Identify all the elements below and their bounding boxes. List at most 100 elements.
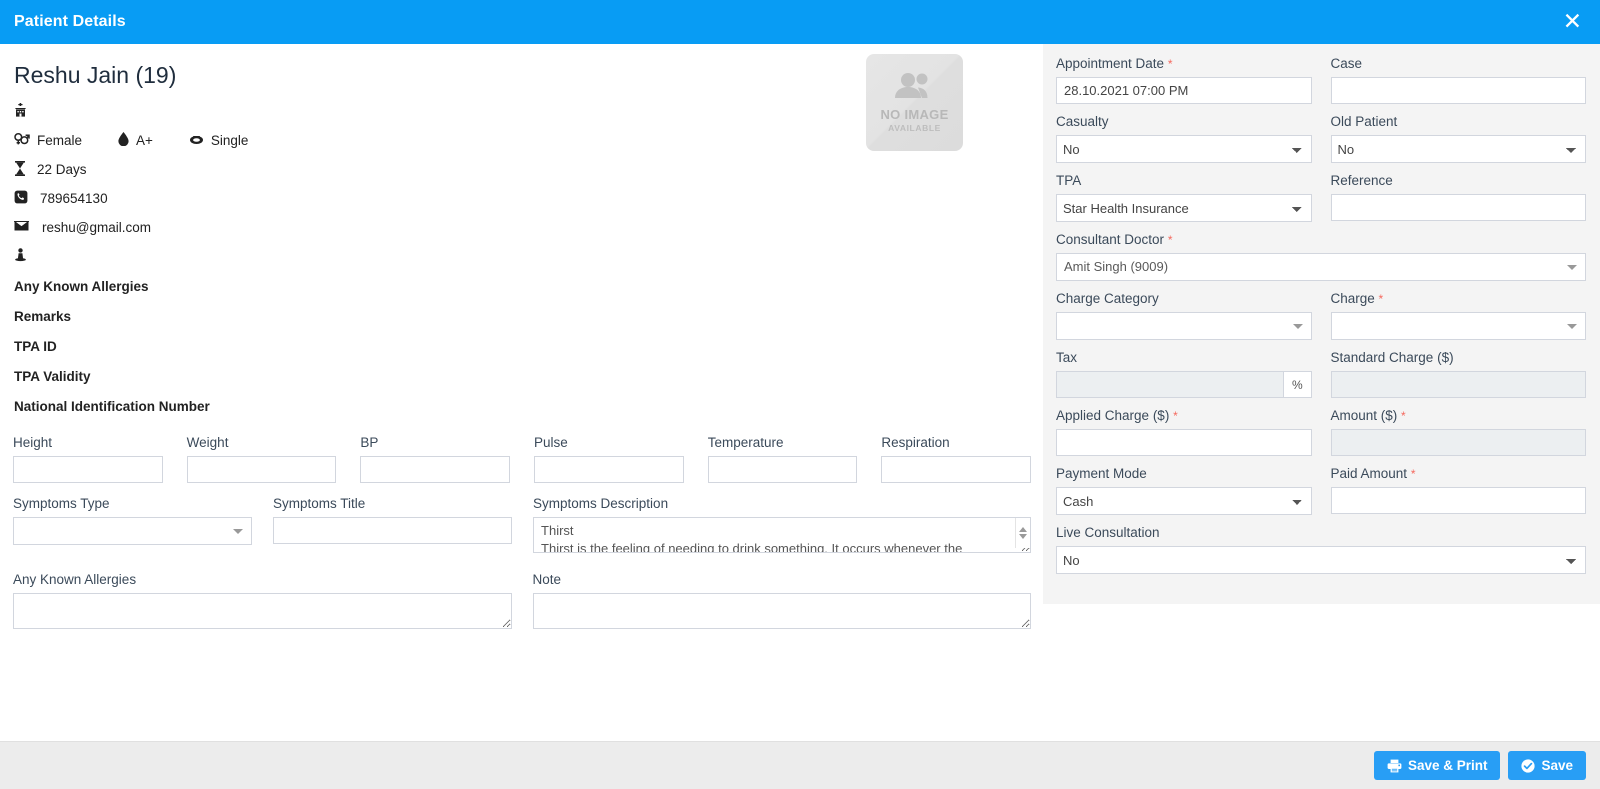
field-case: Case: [1331, 56, 1587, 104]
tax-input[interactable]: [1056, 371, 1283, 398]
tpa-select[interactable]: Star Health Insurance: [1056, 194, 1312, 222]
field-amount: Amount ($) *: [1331, 408, 1587, 456]
field-pulse: Pulse: [534, 435, 684, 483]
people-icon: [892, 72, 938, 103]
field-note: Note: [533, 572, 1032, 634]
applied-charge-label-text: Applied Charge ($): [1056, 408, 1169, 423]
payment-mode-select[interactable]: Cash: [1056, 487, 1312, 515]
patient-left-column: NO IMAGE AVAILABLE Reshu Jain (19): [0, 44, 1043, 634]
symptoms-description-label: Symptoms Description: [533, 496, 1031, 512]
note-label: Note: [533, 572, 1032, 588]
symptoms-description-spinner[interactable]: [1015, 518, 1030, 548]
appointment-date-label-text: Appointment Date: [1056, 56, 1164, 71]
amount-input[interactable]: [1331, 429, 1587, 456]
tax-input-group: %: [1056, 371, 1312, 398]
paid-amount-input[interactable]: [1331, 487, 1587, 514]
bp-input[interactable]: [360, 456, 510, 483]
pulse-label: Pulse: [534, 435, 684, 451]
field-payment-mode: Payment Mode Cash: [1056, 466, 1312, 515]
charge-select[interactable]: [1331, 312, 1587, 340]
row-tpa-reference: TPA Star Health Insurance Reference: [1056, 173, 1586, 222]
chevron-down-icon: [1567, 324, 1577, 329]
symptoms-title-input[interactable]: [273, 517, 512, 544]
symptoms-type-select[interactable]: [13, 517, 252, 545]
envelope-icon: [14, 220, 29, 235]
case-input[interactable]: [1331, 77, 1587, 104]
field-temperature: Temperature: [708, 435, 858, 483]
patient-blood-group-value: A+: [136, 133, 153, 148]
patient-phone-row: 789654130: [14, 186, 1031, 211]
old-patient-select[interactable]: No: [1331, 135, 1587, 163]
patient-phone-value: 789654130: [40, 191, 108, 206]
reference-input[interactable]: [1331, 194, 1587, 221]
casualty-label: Casualty: [1056, 114, 1312, 130]
casualty-select[interactable]: No: [1056, 135, 1312, 163]
save-button[interactable]: Save: [1508, 751, 1586, 780]
required-marker: *: [1411, 467, 1416, 481]
symptoms-type-label: Symptoms Type: [13, 496, 252, 512]
save-and-print-button[interactable]: Save & Print: [1374, 751, 1501, 780]
weight-input[interactable]: [187, 456, 337, 483]
live-consultation-label: Live Consultation: [1056, 525, 1586, 541]
row-casualty-old-patient: Casualty No Old Patient No: [1056, 114, 1586, 163]
patient-address-row: [14, 244, 1031, 269]
charge-category-select[interactable]: [1056, 312, 1312, 340]
symptoms-description-textarea[interactable]: Thirst Thirst is the feeling of needing …: [533, 517, 1031, 553]
modal-header: Patient Details ✕: [0, 0, 1600, 44]
check-circle-icon: [1521, 759, 1535, 773]
ring-icon: [189, 132, 204, 149]
standard-charge-input[interactable]: [1331, 371, 1587, 398]
field-charge-category: Charge Category: [1056, 291, 1312, 340]
required-marker: *: [1401, 409, 1406, 423]
appointment-date-input[interactable]: [1056, 77, 1312, 104]
charge-label: Charge *: [1331, 291, 1587, 307]
applied-charge-input[interactable]: [1056, 429, 1312, 456]
temperature-input[interactable]: [708, 456, 858, 483]
hospital-icon: [14, 103, 27, 120]
paid-amount-label-text: Paid Amount: [1331, 466, 1408, 481]
charge-label-text: Charge: [1331, 291, 1375, 306]
weight-label: Weight: [187, 435, 337, 451]
symptoms-title-label: Symptoms Title: [273, 496, 512, 512]
note-textarea[interactable]: [533, 593, 1032, 629]
patient-email-row: reshu@gmail.com: [14, 215, 1031, 240]
respiration-input[interactable]: [881, 456, 1031, 483]
required-marker: *: [1168, 57, 1173, 71]
save-label: Save: [1541, 758, 1573, 773]
field-appointment-date: Appointment Date *: [1056, 56, 1312, 104]
field-any-known-allergies: Any Known Allergies: [13, 572, 512, 634]
field-live-consultation: Live Consultation No: [1056, 525, 1586, 574]
any-known-allergies-label: Any Known Allergies: [13, 572, 512, 588]
any-known-allergies-textarea[interactable]: [13, 593, 512, 629]
blood-drop-icon: [118, 132, 129, 149]
live-consultation-select[interactable]: No: [1056, 546, 1586, 574]
chevron-down-icon: [1567, 265, 1577, 270]
symptoms-description-wrapper: Thirst Thirst is the feeling of needing …: [533, 517, 1031, 558]
pulse-input[interactable]: [534, 456, 684, 483]
patient-blood-group: A+: [118, 132, 153, 149]
chevron-down-icon: [1293, 324, 1303, 329]
appointment-date-label: Appointment Date *: [1056, 56, 1312, 72]
venus-mars-icon: [14, 132, 30, 149]
hourglass-icon: [14, 161, 26, 179]
field-bp: BP: [360, 435, 510, 483]
close-icon[interactable]: ✕: [1561, 11, 1584, 34]
bp-label: BP: [360, 435, 510, 451]
height-input[interactable]: [13, 456, 163, 483]
label-tpa-id: TPA ID: [14, 333, 1031, 361]
label-tpa-validity: TPA Validity: [14, 363, 1031, 391]
payment-mode-label: Payment Mode: [1056, 466, 1312, 482]
field-old-patient: Old Patient No: [1331, 114, 1587, 163]
field-weight: Weight: [187, 435, 337, 483]
printer-icon: [1387, 759, 1402, 773]
applied-charge-label: Applied Charge ($) *: [1056, 408, 1312, 424]
phone-icon: [14, 190, 28, 207]
amount-label: Amount ($) *: [1331, 408, 1587, 424]
consultant-doctor-select[interactable]: Amit Singh (9009): [1056, 253, 1586, 281]
consultant-doctor-value: Amit Singh (9009): [1057, 254, 1585, 280]
tax-label: Tax: [1056, 350, 1312, 366]
tax-percent-addon: %: [1283, 371, 1311, 398]
consultant-doctor-label: Consultant Doctor *: [1056, 232, 1586, 248]
symptoms-row: Symptoms Type Symptoms Title Symptoms De…: [13, 496, 1031, 558]
case-label: Case: [1331, 56, 1587, 72]
